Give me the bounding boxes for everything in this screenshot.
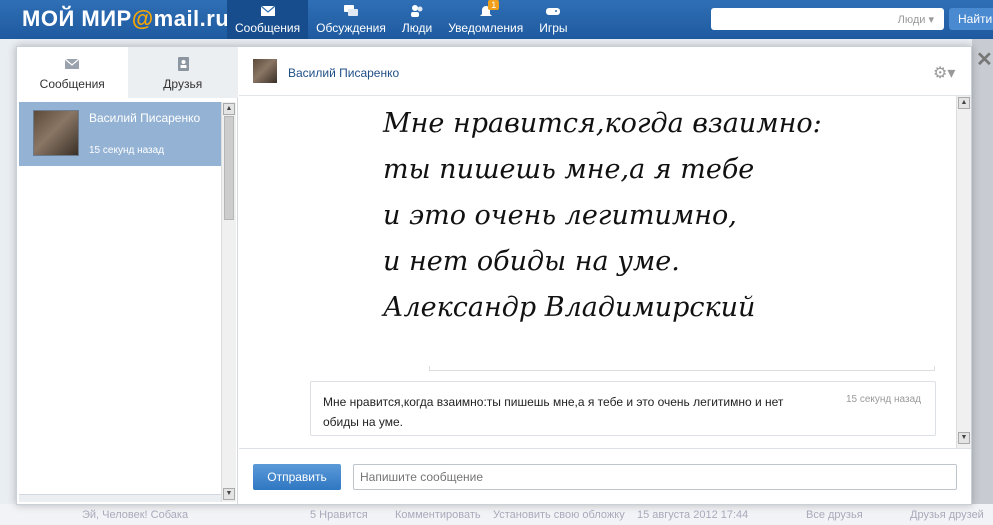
- nav-label: Обсуждения: [316, 21, 386, 35]
- nav-notifications[interactable]: 1 Уведомления: [440, 0, 531, 39]
- gear-icon[interactable]: ⚙▾: [933, 63, 955, 83]
- contact-time: 15 секунд назад: [89, 145, 165, 156]
- nav-label: Уведомления: [448, 21, 524, 35]
- scroll-down-icon[interactable]: ▼: [958, 432, 970, 444]
- notification-badge: 1: [488, 0, 500, 10]
- chat-contact-name[interactable]: Василий Писаренко: [288, 66, 399, 80]
- background-all-friends: Все друзья: [806, 509, 863, 521]
- avatar[interactable]: [253, 59, 277, 83]
- nav-label: Люди: [401, 21, 433, 35]
- top-bar: МОЙ МИР@mail.ru Сообщения Обсуждения Люд…: [0, 0, 993, 39]
- scroll-up-icon[interactable]: ▲: [223, 103, 235, 115]
- chat-scrollbar[interactable]: ▲ ▼: [956, 96, 971, 448]
- background-friends-of-friends: Друзья друзей: [910, 509, 984, 521]
- send-button[interactable]: Отправить: [253, 464, 341, 490]
- background-text: Эй, Человек! Собака: [82, 509, 189, 521]
- compose-area: Отправить: [239, 448, 971, 504]
- speech-bubbles-icon: [344, 5, 359, 16]
- poem-line: Александр Владимирский: [383, 292, 756, 323]
- envelope-icon: [64, 58, 80, 69]
- scroll-down-icon[interactable]: ▼: [223, 488, 235, 500]
- background-set-cover: Установить свою обложку: [493, 509, 625, 521]
- background-page: [972, 39, 993, 505]
- nav-label: Игры: [539, 21, 568, 35]
- message-time: 15 секунд назад: [845, 394, 921, 405]
- nav-games[interactable]: Игры: [531, 0, 575, 39]
- envelope-icon: [260, 5, 275, 16]
- logo-domain: mail.ru: [153, 6, 230, 31]
- message-text: Мне нравится,когда взаимно:ты пишешь мне…: [323, 395, 784, 429]
- chat-header: Василий Писаренко ⚙▾: [239, 47, 971, 96]
- search-button[interactable]: Найти: [949, 8, 993, 30]
- scroll-up-icon[interactable]: ▲: [958, 97, 970, 109]
- dialog-tabs: Сообщения Друзья: [17, 47, 238, 98]
- gamepad-icon: [546, 8, 561, 15]
- contacts-icon: [177, 57, 189, 71]
- search-scope-dropdown[interactable]: Люди ▾: [898, 13, 934, 26]
- nav-label: Сообщения: [235, 21, 301, 35]
- contact-list-item[interactable]: Василий Писаренко 15 секунд назад: [19, 102, 221, 166]
- logo[interactable]: МОЙ МИР@mail.ru: [22, 6, 229, 32]
- tab-messages[interactable]: Сообщения: [17, 47, 128, 98]
- background-likes: 5 Нравится: [310, 509, 368, 521]
- logo-at: @: [131, 6, 154, 31]
- tab-label: Сообщения: [39, 77, 105, 91]
- message-input[interactable]: [353, 464, 957, 490]
- poem-line: и нет обиды на уме.: [383, 246, 680, 277]
- scrollbar-thumb[interactable]: [224, 116, 234, 220]
- poem-image: Мне нравится,когда взаимно: ты пишешь мн…: [287, 96, 937, 366]
- close-icon[interactable]: ✕: [976, 50, 993, 70]
- messages-dialog: Сообщения Друзья Василий Писаренко 15 се…: [16, 46, 972, 505]
- contact-name: Василий Писаренко: [89, 111, 201, 125]
- nav-discussions[interactable]: Обсуждения: [308, 0, 394, 39]
- tab-label: Друзья: [163, 77, 203, 91]
- message-bubble: Мне нравится,когда взаимно:ты пишешь мне…: [310, 381, 936, 436]
- contacts-scrollbar[interactable]: ▲ ▼: [221, 102, 236, 502]
- poem-line: Мне нравится,когда взаимно:: [383, 108, 822, 139]
- poem-line: и это очень легитимно,: [383, 200, 737, 231]
- people-icon: [411, 5, 423, 17]
- background-activity-strip: Эй, Человек! Собака 5 Нравится Комментир…: [0, 504, 993, 525]
- dialog-sidebar: Сообщения Друзья Василий Писаренко 15 се…: [17, 47, 238, 504]
- logo-text: МОЙ МИР: [22, 6, 132, 31]
- search-input[interactable]: Люди ▾: [711, 8, 944, 30]
- nav-people[interactable]: Люди: [394, 0, 440, 39]
- message-history: Мне нравится,когда взаимно: ты пишешь мн…: [239, 96, 971, 448]
- avatar: [33, 110, 79, 156]
- nav-messages[interactable]: Сообщения: [227, 0, 309, 39]
- main-nav: Сообщения Обсуждения Люди 1 Уведомления …: [227, 0, 576, 39]
- image-frame: [429, 366, 935, 371]
- chat-panel: Василий Писаренко ⚙▾ Мне нравится,когда …: [239, 47, 971, 504]
- background-comment: Комментировать: [395, 509, 481, 521]
- sidebar-footer: [19, 494, 221, 502]
- tab-friends[interactable]: Друзья: [127, 47, 238, 98]
- poem-line: ты пишешь мне,а я тебе: [383, 154, 755, 185]
- background-date: 15 августа 2012 17:44: [637, 509, 749, 521]
